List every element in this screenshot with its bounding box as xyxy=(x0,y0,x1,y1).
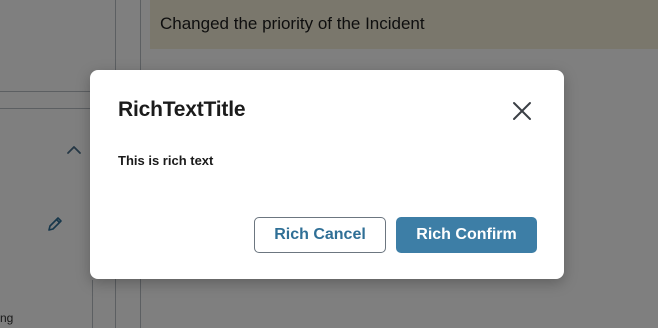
dialog-title: RichTextTitle xyxy=(118,98,246,121)
dialog-body-text: This is rich text xyxy=(118,153,214,168)
cancel-button[interactable]: Rich Cancel xyxy=(254,217,386,253)
rich-text-dialog: RichTextTitle This is rich text Rich Can… xyxy=(90,70,564,279)
confirm-button[interactable]: Rich Confirm xyxy=(396,217,537,253)
close-icon[interactable] xyxy=(510,99,534,123)
